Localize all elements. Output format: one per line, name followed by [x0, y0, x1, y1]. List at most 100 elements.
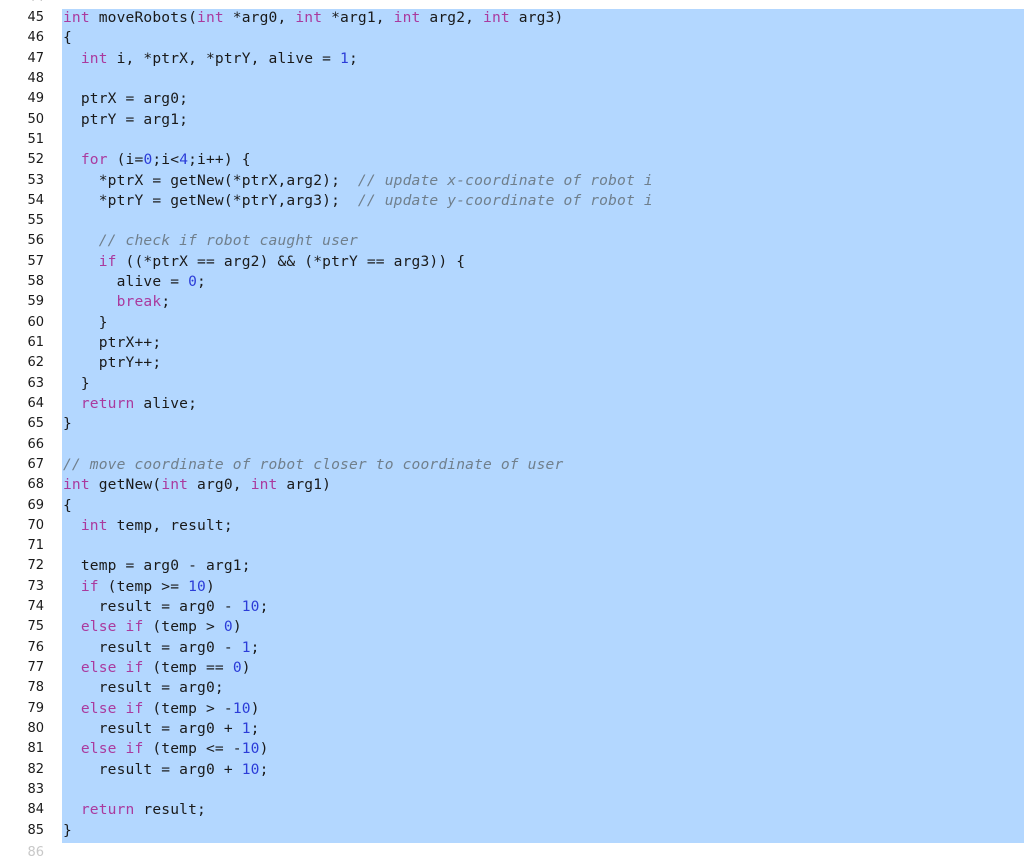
code-line[interactable]: 85}: [0, 821, 1024, 841]
code-line[interactable]: 76 result = arg0 - 1;: [0, 638, 1024, 658]
code-text[interactable]: ptrY++;: [63, 353, 161, 373]
code-line[interactable]: 80 result = arg0 + 1;: [0, 719, 1024, 739]
code-line[interactable]: 79 else if (temp > -10): [0, 699, 1024, 719]
code-text[interactable]: *ptrX = getNew(*ptrX,arg2); // update x-…: [63, 171, 653, 191]
code-text[interactable]: for (i=0;i<4;i++) {: [63, 150, 251, 170]
code-text[interactable]: if (temp >= 10): [63, 577, 215, 597]
code-token: arg1): [277, 476, 332, 494]
code-line[interactable]: 75 else if (temp > 0): [0, 617, 1024, 637]
code-line[interactable]: 45 int moveRobots(int *arg0, int *arg1, i…: [0, 8, 1024, 28]
code-token: ;i<: [152, 151, 180, 169]
keyword-token: int: [80, 49, 108, 67]
code-line[interactable]: 74 result = arg0 - 10;: [0, 597, 1024, 617]
code-lines[interactable]: 45 int moveRobots(int *arg0, int *arg1, i…: [0, 8, 1024, 841]
code-line[interactable]: 69 {: [0, 496, 1024, 516]
code-text[interactable]: result = arg0 - 1;: [63, 638, 260, 658]
code-text[interactable]: alive = 0;: [63, 272, 206, 292]
code-text[interactable]: break;: [63, 292, 170, 312]
code-text[interactable]: int temp, result;: [63, 516, 233, 536]
code-line[interactable]: 67 // move coordinate of robot closer to …: [0, 455, 1024, 475]
code-line[interactable]: 49 ptrX = arg0;: [0, 89, 1024, 109]
code-text[interactable]: else if (temp > -10): [63, 699, 260, 719]
code-token: ptrX = arg0;: [63, 90, 189, 108]
code-text[interactable]: {: [63, 496, 72, 516]
code-line[interactable]: 46 {: [0, 28, 1024, 48]
code-text[interactable]: result = arg0 + 10;: [63, 760, 269, 780]
code-line[interactable]: 84 return result;: [0, 800, 1024, 820]
code-line[interactable]: 50 ptrY = arg1;: [0, 110, 1024, 130]
code-line[interactable]: 66: [0, 435, 1024, 455]
code-line[interactable]: 63 }: [0, 374, 1024, 394]
code-line[interactable]: 78 result = arg0;: [0, 678, 1024, 698]
code-text[interactable]: temp = arg0 - arg1;: [63, 556, 251, 576]
keyword-token: else if: [80, 618, 144, 636]
code-text[interactable]: }: [63, 414, 72, 434]
code-token: }: [63, 374, 90, 392]
code-line[interactable]: 57 if ((*ptrX == arg2) && (*ptrY == arg3…: [0, 252, 1024, 272]
code-text[interactable]: ptrX++;: [63, 333, 161, 353]
code-line[interactable]: 81 else if (temp <= -10): [0, 739, 1024, 759]
code-line[interactable]: 68 int getNew(int arg0, int arg1): [0, 475, 1024, 495]
comment-token: // move coordinate of robot closer to co…: [63, 455, 564, 473]
code-line[interactable]: 47 int i, *ptrX, *ptrY, alive = 1;: [0, 49, 1024, 69]
code-text[interactable]: else if (temp > 0): [63, 617, 242, 637]
code-line[interactable]: 71: [0, 536, 1024, 556]
code-text[interactable]: result = arg0 - 10;: [63, 597, 269, 617]
code-text[interactable]: result = arg0;: [63, 678, 224, 698]
code-line[interactable]: 82 result = arg0 + 10;: [0, 760, 1024, 780]
line-number: 68: [27, 477, 44, 493]
code-line[interactable]: 51: [0, 130, 1024, 150]
code-line[interactable]: 73 if (temp >= 10): [0, 577, 1024, 597]
code-text[interactable]: *ptrY = getNew(*ptrY,arg3); // update y-…: [63, 191, 653, 211]
code-line[interactable]: 48: [0, 69, 1024, 89]
code-text[interactable]: }: [63, 313, 108, 333]
code-text[interactable]: // move coordinate of robot closer to co…: [63, 455, 563, 475]
code-line[interactable]: 61 ptrX++;: [0, 333, 1024, 353]
code-token: ;i++) {: [188, 151, 251, 169]
code-line[interactable]: 54 *ptrY = getNew(*ptrY,arg3); // update…: [0, 191, 1024, 211]
code-text[interactable]: return alive;: [63, 394, 197, 414]
code-editor[interactable]: 44 45int moveRobots(int *arg0, int *arg1…: [0, 0, 1024, 860]
code-line[interactable]: 72 temp = arg0 - arg1;: [0, 556, 1024, 576]
code-text[interactable]: result = arg0 + 1;: [63, 719, 260, 739]
line-number-partial-bottom: 86: [27, 845, 44, 860]
code-line[interactable]: 65}: [0, 414, 1024, 434]
code-text[interactable]: else if (temp == 0): [63, 658, 251, 678]
code-line[interactable]: 52 for (i=0;i<4;i++) {: [0, 150, 1024, 170]
code-token: ): [250, 699, 260, 717]
code-line[interactable]: 77 else if (temp == 0): [0, 658, 1024, 678]
code-line[interactable]: 64 return alive;: [0, 394, 1024, 414]
code-line[interactable]: 60 }: [0, 313, 1024, 333]
code-text[interactable]: else if (temp <= -10): [63, 739, 269, 759]
code-token: moveRobots(: [89, 9, 198, 26]
code-token: {: [63, 29, 72, 47]
code-text[interactable]: ptrY = arg1;: [63, 110, 188, 130]
code-line[interactable]: 59 break;: [0, 292, 1024, 312]
code-token: ): [206, 577, 215, 595]
code-text[interactable]: int i, *ptrX, *ptrY, alive = 1;: [63, 49, 358, 69]
code-text[interactable]: return result;: [63, 800, 206, 820]
code-text[interactable]: // check if robot caught user: [63, 231, 358, 251]
line-number: 54: [27, 192, 44, 208]
code-text[interactable]: {: [63, 28, 72, 48]
number-token: 10: [241, 760, 260, 778]
code-line[interactable]: 56 // check if robot caught user: [0, 231, 1024, 251]
code-line[interactable]: 58 alive = 0;: [0, 272, 1024, 292]
code-text[interactable]: }: [63, 821, 72, 841]
code-line[interactable]: 70 int temp, result;: [0, 516, 1024, 536]
code-line[interactable]: 53 *ptrX = getNew(*ptrX,arg2); // update…: [0, 171, 1024, 191]
code-text[interactable]: int moveRobots(int *arg0, int *arg1, int…: [63, 8, 563, 28]
code-text[interactable]: if ((*ptrX == arg2) && (*ptrY == arg3)) …: [63, 252, 465, 272]
code-line[interactable]: 83: [0, 780, 1024, 800]
code-token: alive =: [63, 273, 189, 291]
code-text[interactable]: ptrX = arg0;: [63, 89, 188, 109]
keyword-token: int: [161, 476, 189, 494]
code-text[interactable]: }: [63, 374, 90, 394]
code-line[interactable]: 62 ptrY++;: [0, 353, 1024, 373]
code-text[interactable]: int getNew(int arg0, int arg1): [63, 475, 331, 495]
comment-token: // update x-coordinate of robot i: [357, 171, 653, 189]
code-line[interactable]: 55: [0, 211, 1024, 231]
